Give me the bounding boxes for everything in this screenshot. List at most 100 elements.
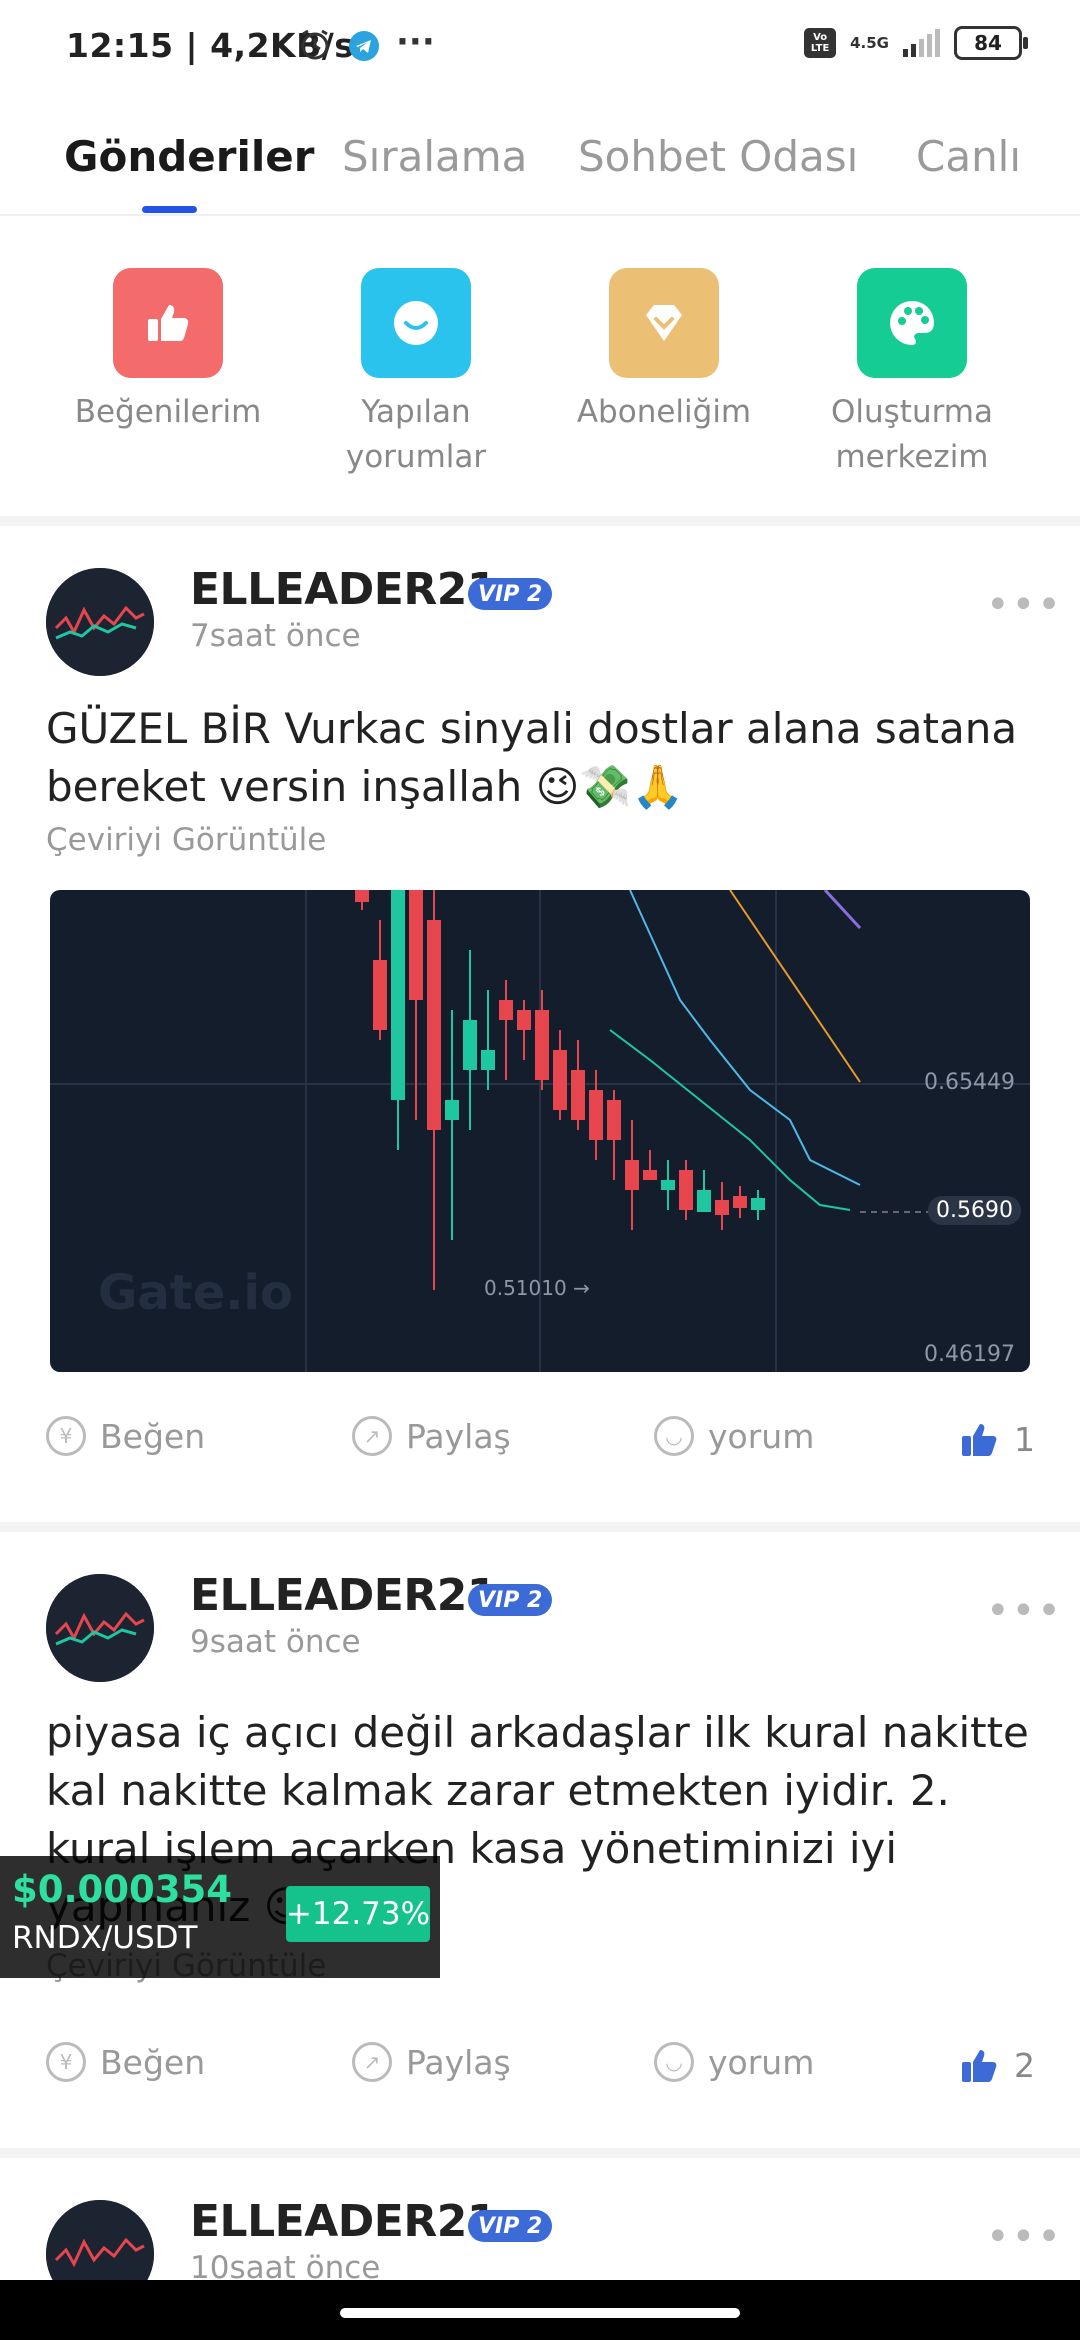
price-label-high: 0.65449 xyxy=(924,1070,1015,1095)
share-action[interactable]: ↗ Paylaş xyxy=(352,1416,511,1456)
avatar[interactable] xyxy=(46,1574,154,1682)
battery-level: 84 xyxy=(974,31,1002,55)
post-actions: ¥ Beğen ↗ Paylaş ◡ yorum 2 xyxy=(0,2042,1080,2112)
candle-body xyxy=(571,1070,585,1120)
candle-body xyxy=(535,1010,549,1080)
candle-body xyxy=(553,1050,567,1110)
username[interactable]: ELLEADER21 xyxy=(190,2196,497,2247)
low-marker-label: 0.51010 → xyxy=(484,1276,590,1300)
like-label: Beğen xyxy=(100,2042,206,2082)
like-count-value: 2 xyxy=(1014,2045,1035,2085)
comment-label: yorum xyxy=(708,1416,815,1456)
like-count[interactable]: 1 xyxy=(958,1416,1035,1462)
share-action[interactable]: ↗ Paylaş xyxy=(352,2042,511,2082)
candle-body xyxy=(499,1000,513,1020)
candle-body xyxy=(391,890,405,1100)
thumbs-up-icon xyxy=(962,1424,997,1456)
like-action[interactable]: ¥ Beğen xyxy=(46,1416,205,1456)
tab-ranking[interactable]: Sıralama xyxy=(342,132,527,181)
battery-icon: 84 xyxy=(954,26,1028,60)
thumbs-up-icon xyxy=(962,2050,997,2082)
translate-link[interactable]: Çeviriyi Görüntüle xyxy=(46,822,326,858)
active-tab-indicator xyxy=(142,206,197,213)
tab-bar: Gönderiler Sıralama Sohbet Odası Canlı xyxy=(0,120,1080,216)
share-icon: ↗ xyxy=(352,2042,392,2082)
like-action[interactable]: ¥ Beğen xyxy=(46,2042,205,2082)
tab-live[interactable]: Canlı xyxy=(916,132,1021,181)
price-label-current: 0.5690 xyxy=(928,1196,1021,1225)
more-options-icon[interactable]: ••• xyxy=(986,1588,1063,1634)
candle-body xyxy=(751,1198,765,1210)
candle-body xyxy=(661,1180,675,1190)
share-label: Paylaş xyxy=(406,1416,511,1456)
low-marker-value: 0.51010 xyxy=(484,1276,567,1300)
tab-posts[interactable]: Gönderiler xyxy=(64,132,314,181)
quick-action-label: Beğenilerim xyxy=(74,394,262,430)
ticker-pair: RNDX/USDT xyxy=(12,1920,198,1956)
candle-body xyxy=(409,890,423,1000)
section-divider xyxy=(0,2148,1080,2158)
share-label: Paylaş xyxy=(406,2042,511,2082)
yen-icon: ¥ xyxy=(46,1416,86,1456)
quick-action-subscriptions[interactable]: Aboneliğim xyxy=(564,268,764,435)
vip-badge: VIP 2 xyxy=(468,578,553,610)
more-options-icon[interactable]: ••• xyxy=(986,2214,1063,2260)
section-divider xyxy=(0,1522,1080,1532)
comment-icon xyxy=(361,268,471,378)
username[interactable]: ELLEADER21 xyxy=(190,1570,497,1621)
telegram-icon xyxy=(348,30,380,66)
username[interactable]: ELLEADER21 xyxy=(190,564,497,615)
like-count[interactable]: 2 xyxy=(958,2042,1035,2088)
quick-action-label: Aboneliğim xyxy=(576,394,752,430)
tab-chat-room[interactable]: Sohbet Odası xyxy=(578,132,858,181)
candle-body xyxy=(481,1050,495,1070)
quick-action-label: Oluşturma merkezim xyxy=(830,394,993,475)
quick-action-comments[interactable]: Yapılan yorumlar xyxy=(316,268,516,480)
like-count-value: 1 xyxy=(1014,1419,1035,1459)
candle-body xyxy=(427,920,441,1130)
quick-action-creator-center[interactable]: Oluşturma merkezim xyxy=(812,268,1012,480)
ticker-price: $0.000354 xyxy=(12,1868,233,1911)
network-type: 4.5G xyxy=(850,34,889,52)
candlestick-series xyxy=(355,890,765,1290)
status-icons: Vo LTE 4.5G 84 xyxy=(804,26,1028,60)
more-options-icon[interactable]: ••• xyxy=(986,582,1063,628)
price-label-low: 0.46197 xyxy=(924,1342,1015,1367)
candle-body xyxy=(607,1100,621,1140)
price-chart-image[interactable]: Gate.io 0.65449 0.5690 0.46197 0.51010 → xyxy=(50,890,1030,1372)
quick-action-likes[interactable]: Beğenilerim xyxy=(68,268,268,435)
signal-icon xyxy=(903,29,940,57)
diamond-icon xyxy=(609,268,719,378)
divider xyxy=(0,214,1080,216)
post-actions: ¥ Beğen ↗ Paylaş ◡ yorum 1 xyxy=(0,1416,1080,1486)
candle-body xyxy=(715,1200,729,1215)
candle-body xyxy=(445,1100,459,1120)
comment-action[interactable]: ◡ yorum xyxy=(654,2042,814,2082)
share-icon: ↗ xyxy=(352,1416,392,1456)
vip-badge: VIP 2 xyxy=(468,1584,553,1616)
thumbs-up-icon xyxy=(113,268,223,378)
yen-icon: ¥ xyxy=(46,2042,86,2082)
candle-body xyxy=(733,1196,747,1208)
watermark: Gate.io xyxy=(98,1265,293,1321)
more-notifications-icon: ··· xyxy=(396,22,435,62)
palette-icon xyxy=(857,268,967,378)
section-divider xyxy=(0,516,1080,526)
candle-body xyxy=(589,1090,603,1140)
home-indicator[interactable] xyxy=(340,2308,740,2318)
comment-action[interactable]: ◡ yorum xyxy=(654,1416,814,1456)
comment-label: yorum xyxy=(708,2042,815,2082)
vip-badge: VIP 2 xyxy=(468,2210,553,2242)
avatar[interactable] xyxy=(46,568,154,676)
status-bar: 12:15 | 4,2KB/s ··· Vo LTE 4.5G 84 xyxy=(0,0,1080,96)
like-label: Beğen xyxy=(100,1416,206,1456)
post-text[interactable]: GÜZEL BİR Vurkac sinyali dostlar alana s… xyxy=(46,700,1036,816)
comment-icon: ◡ xyxy=(654,1416,694,1456)
post-time: 7saat önce xyxy=(190,618,361,654)
alarm-icon xyxy=(298,28,332,66)
price-ticker-widget[interactable]: $0.000354 RNDX/USDT +12.73% xyxy=(0,1856,440,1978)
comment-icon: ◡ xyxy=(654,2042,694,2082)
candle-body xyxy=(517,1010,531,1030)
candle-body xyxy=(697,1190,711,1212)
candle-body xyxy=(373,960,387,1030)
